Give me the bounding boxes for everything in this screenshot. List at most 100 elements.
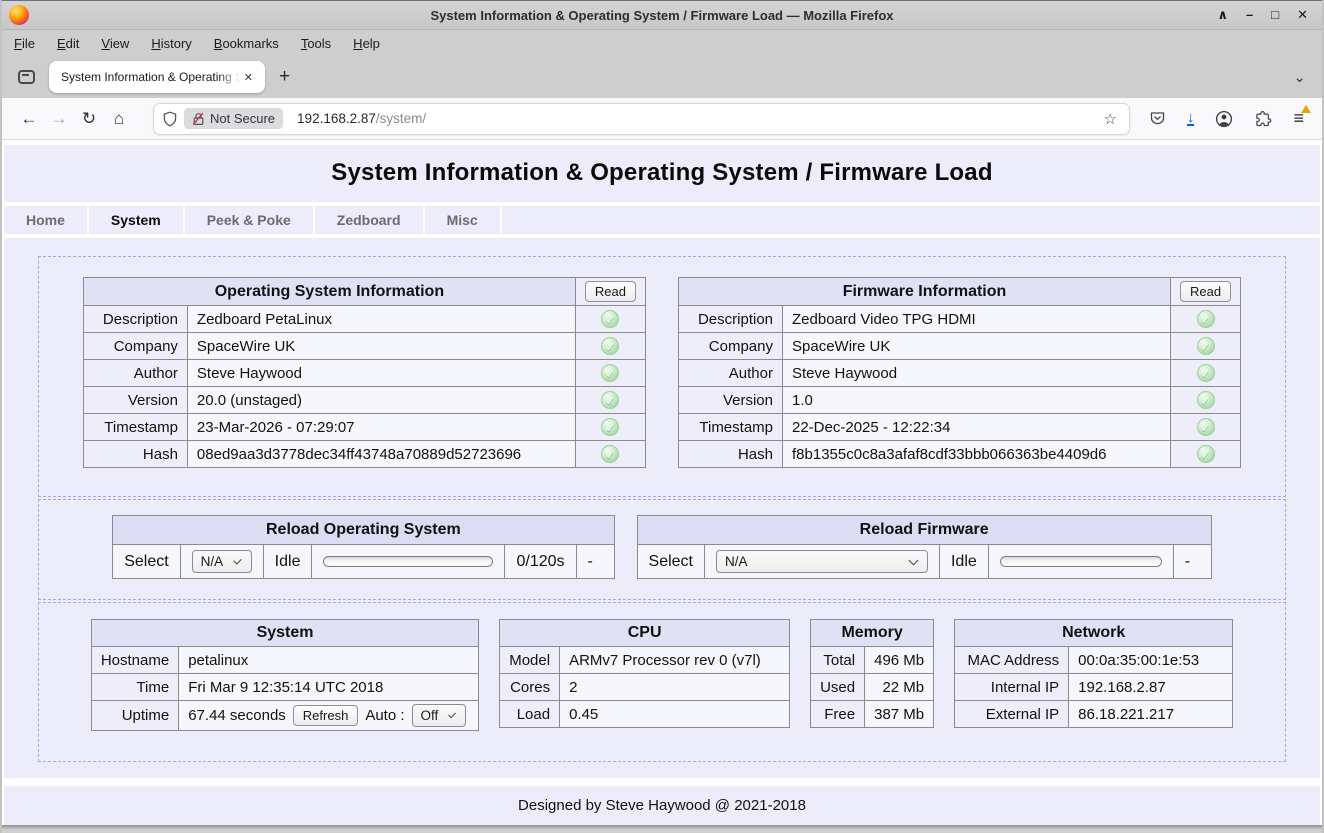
insecure-padlock-icon <box>192 112 205 126</box>
menu-bookmarks[interactable]: Bookmarks <box>214 36 279 51</box>
table-row: MAC Address00:0a:35:00:1e:53 <box>955 647 1233 674</box>
window-titlebar: System Information & Operating System / … <box>2 0 1322 30</box>
home-button[interactable]: ⌂ <box>104 109 134 129</box>
table-row: Free387 Mb <box>811 701 934 728</box>
menu-tools[interactable]: Tools <box>301 36 331 51</box>
fw-info-title: Firmware Information <box>679 278 1171 306</box>
menu-help[interactable]: Help <box>353 36 380 51</box>
extensions-puzzle-icon[interactable] <box>1254 110 1272 128</box>
status-ok-icon: ✓ <box>1197 364 1215 382</box>
reload-os-status: Idle <box>263 545 312 579</box>
menu-file[interactable]: File <box>14 36 35 51</box>
status-ok-icon: ✓ <box>1197 445 1215 463</box>
table-row: Load0.45 <box>500 701 790 728</box>
uptime-value: 67.44 seconds <box>188 707 286 724</box>
table-row: Hashf8b1355c0c8a3afaf8cdf33bbb066363be44… <box>679 441 1241 468</box>
fw-info-table: Firmware Information Read DescriptionZed… <box>678 277 1241 468</box>
table-row: TimeFri Mar 9 12:35:14 UTC 2018 <box>91 674 478 701</box>
status-ok-icon: ✓ <box>601 391 619 409</box>
downloads-icon[interactable]: ↓ <box>1187 111 1195 126</box>
status-ok-icon: ✓ <box>601 364 619 382</box>
reload-os-table: Reload Operating System Select N/A Idle … <box>112 515 614 579</box>
table-row: CompanySpaceWire UK✓ <box>679 333 1241 360</box>
table-row: Cores2 <box>500 674 790 701</box>
update-badge-icon <box>1301 105 1311 113</box>
reload-section: Reload Operating System Select N/A Idle … <box>38 499 1286 600</box>
shade-window-icon[interactable]: ∧ <box>1217 5 1228 25</box>
table-row: Timestamp22-Dec-2025 - 12:22:34✓ <box>679 414 1241 441</box>
firefox-view-icon[interactable] <box>18 70 35 84</box>
reload-fw-select[interactable]: N/A <box>716 550 928 573</box>
menu-bar: File Edit View History Bookmarks Tools H… <box>2 30 1322 56</box>
table-row: External IP86.18.221.217 <box>955 701 1233 728</box>
reload-os-select-label: Select <box>113 545 180 579</box>
app-menu-icon[interactable]: ≡ <box>1293 108 1304 129</box>
page-footer: Designed by Steve Haywood @ 2021-2018 <box>4 786 1320 825</box>
nav-item-peek-poke[interactable]: Peek & Poke <box>185 206 313 234</box>
table-row: AuthorSteve Haywood✓ <box>679 360 1241 387</box>
table-row: Version1.0✓ <box>679 387 1241 414</box>
system-stats-section: System Hostnamepetalinux TimeFri Mar 9 1… <box>38 602 1286 762</box>
close-window-icon[interactable]: ✕ <box>1297 5 1308 25</box>
chevron-down-icon <box>234 556 243 565</box>
os-read-button[interactable]: Read <box>585 281 636 302</box>
window-bottom-frame <box>2 825 1322 833</box>
close-tab-icon[interactable]: ✕ <box>240 69 257 86</box>
reload-os-progressbar <box>323 556 493 567</box>
table-row: Hostnamepetalinux <box>91 647 478 674</box>
table-row: Uptime 67.44 seconds Refresh Auto : Off <box>91 701 478 731</box>
reload-os-select[interactable]: N/A <box>192 550 252 573</box>
window-title: System Information & Operating System / … <box>2 8 1322 23</box>
menu-edit[interactable]: Edit <box>57 36 79 51</box>
info-section: Operating System Information Read Descri… <box>38 256 1286 497</box>
reload-fw-progressbar <box>1000 556 1162 567</box>
nav-item-home[interactable]: Home <box>4 206 87 234</box>
status-ok-icon: ✓ <box>601 418 619 436</box>
minimize-window-icon[interactable]: – <box>1246 5 1253 25</box>
status-ok-icon: ✓ <box>1197 337 1215 355</box>
reload-fw-title: Reload Firmware <box>637 516 1211 545</box>
shield-permissions-icon[interactable] <box>162 111 178 127</box>
account-icon[interactable] <box>1215 110 1233 128</box>
new-tab-button[interactable]: + <box>265 66 304 88</box>
reload-fw-status: Idle <box>939 545 988 579</box>
page-content: System Information & Operating System / … <box>2 140 1322 825</box>
reload-button[interactable]: ↻ <box>74 109 104 129</box>
memory-title: Memory <box>811 620 934 647</box>
url-path: /system/ <box>376 111 426 126</box>
list-all-tabs-icon[interactable]: ⌄ <box>1293 68 1306 86</box>
pocket-icon[interactable] <box>1149 110 1166 127</box>
forward-button[interactable]: → <box>44 109 74 129</box>
reload-os-title: Reload Operating System <box>113 516 614 545</box>
table-row: Used22 Mb <box>811 674 934 701</box>
bookmark-star-icon[interactable]: ☆ <box>1100 110 1121 128</box>
table-row: DescriptionZedboard PetaLinux✓ <box>83 306 645 333</box>
reload-fw-result: - <box>1173 545 1211 579</box>
menu-history[interactable]: History <box>151 36 191 51</box>
status-ok-icon: ✓ <box>1197 391 1215 409</box>
not-secure-chip[interactable]: Not Secure <box>184 108 283 129</box>
refresh-button[interactable]: Refresh <box>293 705 359 726</box>
url-text[interactable]: 192.168.2.87/system/ <box>297 111 426 126</box>
fw-read-button[interactable]: Read <box>1180 281 1231 302</box>
not-secure-label: Not Secure <box>210 111 275 126</box>
browser-window: System Information & Operating System / … <box>0 0 1324 833</box>
status-ok-icon: ✓ <box>1197 418 1215 436</box>
reload-os-counter: 0/120s <box>505 545 576 579</box>
page-title: System Information & Operating System / … <box>4 159 1320 187</box>
reload-os-result: - <box>576 545 614 579</box>
auto-refresh-select[interactable]: Off <box>412 704 466 727</box>
nav-item-misc[interactable]: Misc <box>425 206 500 234</box>
maximize-window-icon[interactable]: □ <box>1271 5 1279 25</box>
back-button[interactable]: ← <box>14 109 44 129</box>
uptime-label: Uptime <box>91 701 178 731</box>
chevron-down-icon <box>448 710 456 718</box>
navigation-toolbar: ← → ↻ ⌂ Not Secure 192.168.2.87/system/ … <box>2 98 1322 140</box>
nav-item-system[interactable]: System <box>89 206 183 234</box>
url-bar[interactable]: Not Secure 192.168.2.87/system/ ☆ <box>154 104 1129 134</box>
chevron-down-icon <box>909 555 919 565</box>
menu-view[interactable]: View <box>101 36 129 51</box>
active-tab[interactable]: System Information & Operating S ✕ <box>49 61 265 93</box>
os-info-table: Operating System Information Read Descri… <box>83 277 646 468</box>
nav-item-zedboard[interactable]: Zedboard <box>315 206 423 234</box>
